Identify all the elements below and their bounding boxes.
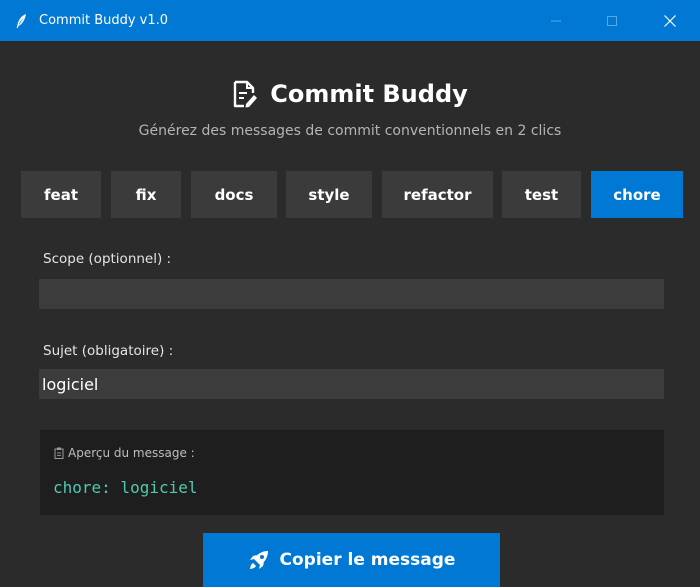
copy-message-button[interactable]: Copier le message — [203, 533, 500, 587]
type-button-docs[interactable]: docs — [191, 171, 277, 218]
subject-label: Sujet (obligatoire) : — [43, 343, 174, 359]
scope-input[interactable] — [39, 279, 664, 309]
maximize-button[interactable] — [589, 0, 635, 41]
preview-title: Aperçu du message : — [68, 446, 195, 460]
preview-message: chore: logiciel — [53, 478, 198, 497]
type-button-chore[interactable]: chore — [591, 171, 683, 218]
preview-header: Aperçu du message : — [54, 446, 195, 460]
close-button[interactable] — [647, 0, 693, 41]
copy-button-label: Copier le message — [279, 550, 456, 570]
type-button-style[interactable]: style — [286, 171, 372, 218]
app-window: Commit Buddy v1.0 Commit Buddy Générez d… — [0, 0, 700, 587]
minimize-button[interactable] — [533, 0, 579, 41]
page-header: Commit Buddy — [0, 74, 700, 114]
scope-label: Scope (optionnel) : — [43, 251, 172, 267]
app-heading: Commit Buddy — [270, 80, 468, 108]
window-title: Commit Buddy v1.0 — [39, 13, 169, 28]
feather-icon — [15, 13, 27, 29]
app-subtitle: Générez des messages de commit conventio… — [138, 123, 562, 139]
document-edit-icon — [234, 80, 258, 108]
minimize-icon — [551, 20, 561, 21]
message-preview: Aperçu du message : chore: logiciel — [40, 430, 664, 515]
type-button-feat[interactable]: feat — [21, 171, 101, 218]
title-bar[interactable]: Commit Buddy v1.0 — [0, 0, 700, 41]
type-button-refactor[interactable]: refactor — [382, 171, 493, 218]
maximize-icon — [607, 15, 617, 26]
type-button-fix[interactable]: fix — [111, 171, 181, 218]
clipboard-icon — [54, 447, 64, 459]
type-button-test[interactable]: test — [502, 171, 581, 218]
subject-input[interactable] — [39, 369, 664, 399]
close-icon — [664, 14, 676, 27]
rocket-icon — [249, 551, 268, 569]
